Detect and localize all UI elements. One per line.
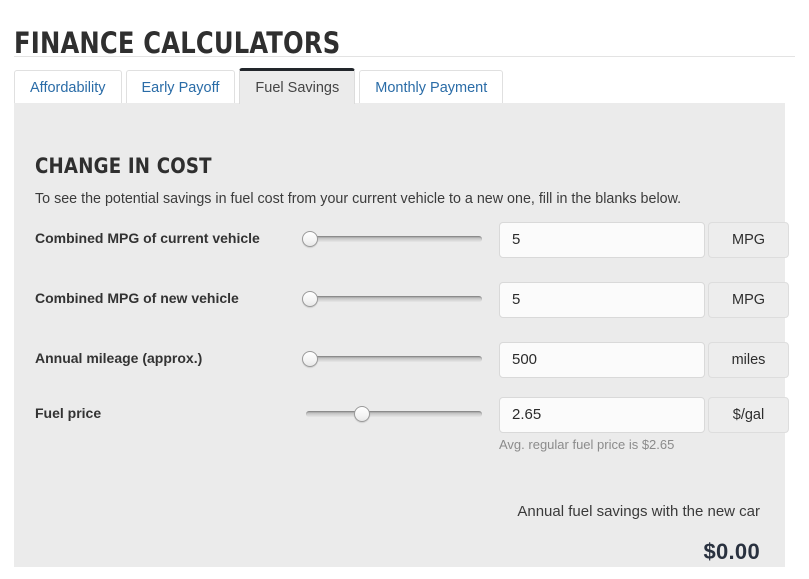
fuel-price-help-text: Avg. regular fuel price is $2.65 (499, 437, 675, 452)
slider-track[interactable] (306, 296, 482, 302)
tab-early-payoff[interactable]: Early Payoff (125, 70, 236, 104)
fuel-price-input[interactable]: 2.65 (499, 397, 705, 433)
tab-monthly-payment[interactable]: Monthly Payment (359, 70, 504, 104)
field-annual-mileage: 500 miles (499, 342, 789, 378)
slider-fuel-price[interactable] (306, 405, 482, 423)
slider-thumb[interactable] (301, 231, 318, 247)
slider-track[interactable] (306, 356, 482, 362)
tab-label: Fuel Savings (255, 80, 340, 96)
result-value: $0.00 (703, 539, 760, 564)
slider-thumb[interactable] (301, 291, 318, 307)
finance-calculators-page: FINANCE CALCULATORS Affordability Early … (0, 0, 809, 579)
slider-new-mpg[interactable] (301, 290, 482, 308)
result-label: Annual fuel savings with the new car (517, 503, 760, 520)
slider-current-mpg[interactable] (301, 230, 482, 248)
tab-label: Monthly Payment (375, 79, 488, 96)
slider-thumb[interactable] (354, 406, 371, 422)
tab-affordability[interactable]: Affordability (14, 70, 122, 104)
row-label: Combined MPG of current vehicle (35, 230, 260, 246)
result-block: Annual fuel savings with the new car $0.… (517, 501, 760, 565)
annual-mileage-input[interactable]: 500 (499, 342, 705, 378)
tab-label: Affordability (30, 79, 106, 96)
section-description: To see the potential savings in fuel cos… (35, 191, 682, 208)
field-new-mpg: 5 MPG (499, 282, 789, 318)
field-fuel-price: 2.65 $/gal (499, 397, 789, 433)
calculator-form: Combined MPG of current vehicle 5 MPG Co… (35, 222, 789, 452)
new-mpg-unit: MPG (708, 282, 789, 318)
form-row-new-mpg: Combined MPG of new vehicle 5 MPG (35, 282, 789, 342)
row-label: Combined MPG of new vehicle (35, 290, 239, 306)
header-divider (14, 56, 795, 57)
slider-annual-mileage[interactable] (301, 350, 482, 368)
fuel-price-unit: $/gal (708, 397, 789, 433)
slider-track[interactable] (306, 411, 482, 417)
section-title: CHANGE IN COST (35, 153, 212, 179)
annual-mileage-unit: miles (708, 342, 789, 378)
tab-fuel-savings[interactable]: Fuel Savings (239, 68, 356, 104)
form-row-annual-mileage: Annual mileage (approx.) 500 miles (35, 342, 789, 397)
row-label: Fuel price (35, 405, 102, 421)
slider-track[interactable] (306, 236, 482, 242)
form-row-current-mpg: Combined MPG of current vehicle 5 MPG (35, 222, 789, 282)
fuel-savings-panel: CHANGE IN COST To see the potential savi… (14, 103, 789, 567)
form-row-fuel-price: Fuel price 2.65 $/gal Avg. regular fuel … (35, 397, 789, 452)
calculator-tabs: Affordability Early Payoff Fuel Savings … (14, 68, 504, 104)
row-label: Annual mileage (approx.) (35, 350, 203, 366)
current-mpg-input[interactable]: 5 (499, 222, 705, 258)
field-current-mpg: 5 MPG (499, 222, 789, 258)
slider-thumb[interactable] (301, 351, 318, 367)
new-mpg-input[interactable]: 5 (499, 282, 705, 318)
current-mpg-unit: MPG (708, 222, 789, 258)
tab-label: Early Payoff (141, 79, 220, 96)
